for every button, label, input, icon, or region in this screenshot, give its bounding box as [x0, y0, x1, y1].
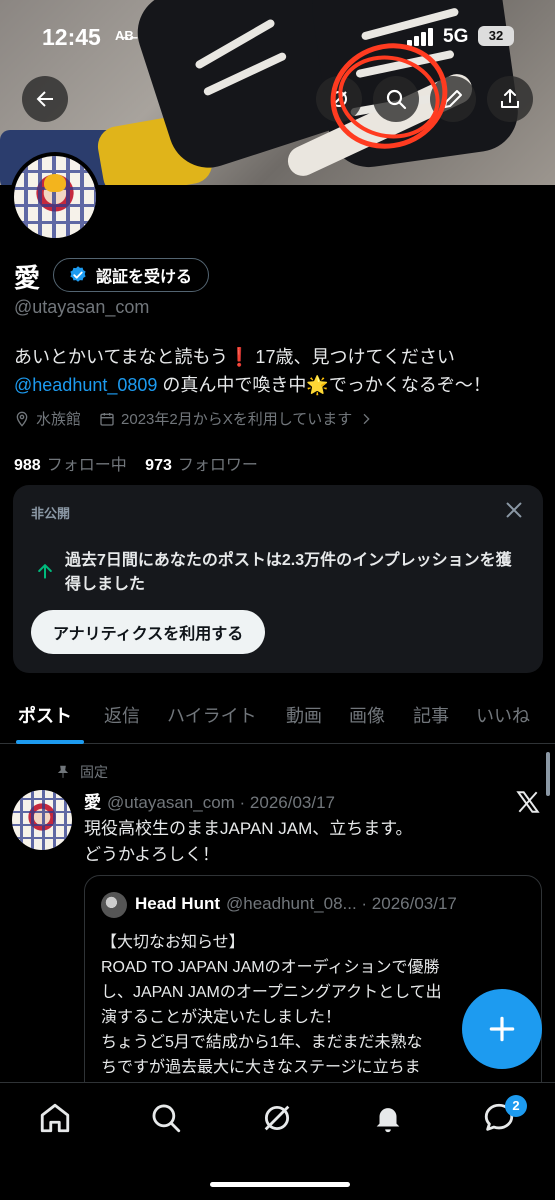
tab-replies[interactable]: 返信 [104, 702, 140, 728]
profile-meta: 水族館 2023年2月からXを利用しています [14, 408, 398, 429]
avatar [14, 156, 96, 238]
quote-avatar [101, 892, 127, 918]
status-bar: 12:45 A̶B̶ 5G 32 [0, 22, 555, 52]
bio-text: あいとかいてまなと読もう❗️ 17歳、見つけてください [14, 347, 455, 367]
tab-posts[interactable]: ポスト [18, 702, 72, 728]
quote-author: Head Hunt [135, 894, 220, 913]
pinned-text: 固定 [80, 764, 108, 780]
messages-badge: 2 [505, 1095, 527, 1117]
search-icon [386, 89, 407, 110]
followers-label: フォロワー [177, 457, 258, 474]
bio-text: の真ん中で喚き中🌟でっかくなるぞ〜！ [162, 375, 491, 395]
pin-icon [57, 765, 69, 778]
x-logo-icon[interactable] [515, 789, 541, 815]
following-label: フォロー中 [46, 457, 127, 474]
status-time: 12:45 [42, 24, 101, 50]
follow-stats: 988 フォロー中 973 フォロワー [14, 451, 272, 475]
bell-icon [376, 1108, 400, 1133]
post-author[interactable]: 愛 [84, 793, 101, 812]
analytics-button[interactable]: アナリティクスを利用する [31, 610, 266, 654]
private-analytics-card: 非公開 過去7日間にあなたのポストは2.3万件のインプレッションを獲得しました … [13, 485, 543, 673]
nav-home[interactable] [38, 1101, 72, 1135]
active-tab-indicator [16, 740, 84, 744]
scrollbar[interactable] [546, 752, 550, 796]
location-text: 水族館 [36, 411, 82, 428]
quote-header: Head Hunt @headhunt_08... · 2026/03/17 [135, 894, 457, 914]
get-verified-label: 認証を受ける [96, 269, 193, 286]
profile-tabs: ポスト 返信 ハイライト 動画 画像 記事 いいね [0, 690, 555, 744]
tab-highlights[interactable]: ハイライト [167, 702, 257, 728]
quote-line: 【大切なお知らせ】 [101, 934, 245, 951]
grok-icon [331, 91, 347, 107]
bio-mention-link[interactable]: @headhunt_0809 [14, 375, 157, 395]
profile-bio: あいとかいてまなと読もう❗️ 17歳、見つけてください @headhunt_08… [14, 343, 544, 399]
status-network: 5G [443, 26, 469, 47]
nav-grok[interactable] [260, 1101, 294, 1135]
location-pin-icon [16, 411, 28, 427]
search-button[interactable] [373, 76, 419, 122]
nav-notifications[interactable] [371, 1101, 405, 1135]
post-text-line: どうかよろしく！ [84, 845, 220, 864]
post-meta: @utayasan_com · 2026/03/17 [107, 793, 336, 812]
grok-icon [264, 1105, 290, 1131]
tab-videos[interactable]: 動画 [286, 702, 322, 728]
share-icon [501, 89, 519, 108]
grok-button[interactable] [316, 76, 362, 122]
arrow-up-icon [38, 564, 52, 579]
quote-meta: @headhunt_08... · 2026/03/17 [226, 894, 457, 913]
quote-line: ちですが過去最大に大きなステージに立ちま [101, 1059, 421, 1076]
get-verified-button[interactable]: 認証を受ける [53, 258, 210, 292]
calendar-icon [100, 412, 114, 426]
verified-badge-icon [70, 266, 86, 282]
following-count: 988 [14, 457, 41, 474]
pinned-label: 固定 [56, 762, 108, 782]
profile-handle: @utayasan_com [14, 297, 150, 317]
tab-likes[interactable]: いいね [476, 702, 530, 728]
location: 水族館 [14, 408, 81, 429]
plus-icon [489, 1016, 515, 1042]
post-text: 現役高校生のままJAPAN JAM、立ちます。 どうかよろしく！ [84, 816, 524, 868]
join-date[interactable]: 2023年2月からXを利用しています [99, 408, 380, 429]
followers-link[interactable]: 973 フォロワー [145, 457, 258, 474]
arrow-left-icon [36, 91, 53, 107]
join-date-text: 2023年2月からXを利用しています [121, 411, 353, 428]
battery-icon: 32 [478, 26, 514, 46]
tab-images[interactable]: 画像 [349, 702, 385, 728]
edit-button[interactable] [430, 76, 476, 122]
search-icon [152, 1104, 181, 1133]
post-text-line: 現役高校生のままJAPAN JAM、立ちます。 [84, 819, 413, 838]
home-indicator [210, 1182, 350, 1187]
quote-line: し、JAPAN JAMのオープニングアクトとして出 [101, 984, 442, 1001]
signal-icon [407, 26, 437, 46]
status-carrier: A̶B̶ [115, 28, 134, 43]
card-message: 過去7日間にあなたのポストは2.3万件のインプレッションを獲得しました [65, 552, 512, 593]
compose-button[interactable] [462, 989, 542, 1069]
card-caption: 非公開 [31, 506, 71, 521]
chevron-right-icon [363, 413, 370, 424]
following-link[interactable]: 988 フォロー中 [14, 457, 127, 474]
back-button[interactable] [22, 76, 68, 122]
close-icon[interactable] [503, 499, 525, 521]
pencil-icon [444, 90, 462, 108]
followers-count: 973 [145, 457, 172, 474]
profile-name: 愛 [14, 263, 41, 293]
post-avatar[interactable] [12, 790, 72, 850]
profile-avatar[interactable] [10, 152, 100, 242]
tab-articles[interactable]: 記事 [413, 702, 449, 728]
quote-text: 【大切なお知らせ】 ROAD TO JAPAN JAMのオーディションで優勝 し… [101, 930, 531, 1080]
home-icon [40, 1103, 70, 1133]
share-button[interactable] [487, 76, 533, 122]
quoted-post[interactable]: Head Hunt @headhunt_08... · 2026/03/17 【大… [84, 875, 542, 1105]
quote-line: ROAD TO JAPAN JAMのオーディションで優勝 [101, 959, 440, 976]
post-header: 愛 @utayasan_com · 2026/03/17 [84, 788, 335, 813]
nav-search[interactable] [149, 1101, 183, 1135]
